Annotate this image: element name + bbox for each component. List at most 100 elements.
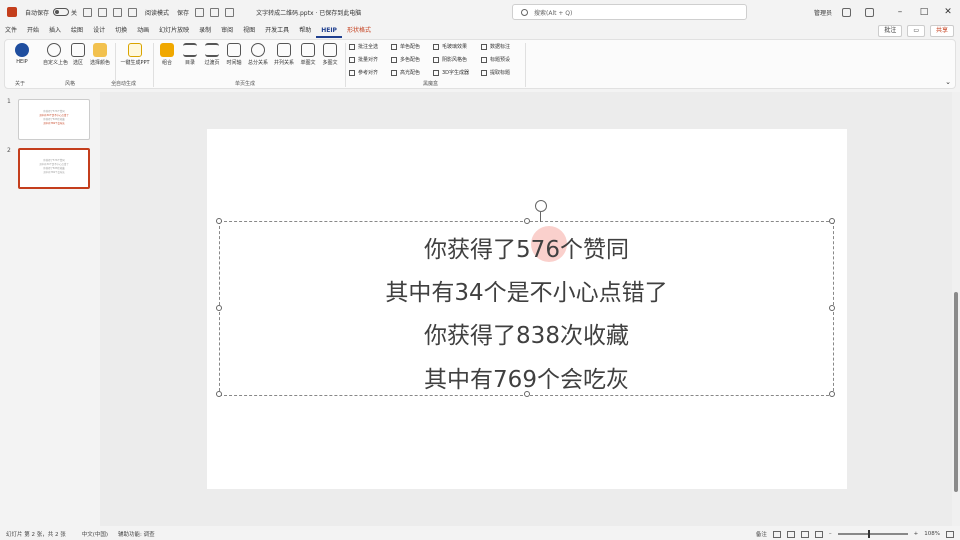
scrollbar-thumb[interactable] bbox=[954, 292, 958, 492]
layout-icon[interactable] bbox=[225, 7, 235, 17]
slide-text-line-3[interactable]: 你获得了838次收藏 bbox=[220, 316, 833, 350]
collapse-ribbon-icon[interactable]: ⌄ bbox=[945, 78, 951, 86]
vertical-scrollbar[interactable] bbox=[952, 92, 960, 526]
tab-heip[interactable]: HEIP bbox=[316, 24, 342, 38]
search-icon bbox=[521, 8, 528, 16]
rotate-handle-icon[interactable] bbox=[535, 200, 547, 212]
zoom-slider[interactable] bbox=[837, 530, 908, 538]
fit-slide-icon[interactable] bbox=[946, 530, 954, 538]
normal-view-icon[interactable] bbox=[772, 530, 781, 538]
zoom-out-button[interactable]: – bbox=[829, 531, 832, 537]
print-icon[interactable] bbox=[195, 7, 205, 17]
checkbox-shadow-style[interactable]: 阴影风格色 bbox=[433, 56, 467, 63]
close-button[interactable]: ✕ bbox=[936, 7, 960, 17]
slide[interactable]: 你获得了576个赞同 其中有34个是不小心点错了 你获得了838次收藏 其中有7… bbox=[207, 129, 847, 489]
checkbox-multi-color[interactable]: 多色配色 bbox=[391, 56, 420, 63]
tab-draw[interactable]: 绘图 bbox=[66, 24, 88, 38]
tab-home[interactable]: 开始 bbox=[22, 24, 44, 38]
minimize-button[interactable]: – bbox=[888, 7, 912, 17]
tab-review[interactable]: 审阅 bbox=[216, 24, 238, 38]
language[interactable]: 中文(中国) bbox=[82, 530, 108, 538]
timeline-button[interactable]: 时间轴 bbox=[223, 43, 245, 66]
generate-ppt-button[interactable]: 一键生成PPT bbox=[120, 43, 150, 66]
notes-button[interactable]: 备注 bbox=[756, 530, 767, 538]
gem-icon[interactable] bbox=[842, 7, 851, 17]
custom-color-button[interactable]: 自定义上色 bbox=[43, 43, 68, 66]
resize-handle[interactable] bbox=[829, 218, 835, 224]
tab-transitions[interactable]: 切换 bbox=[110, 24, 132, 38]
transition-icon bbox=[205, 43, 219, 57]
undo-icon[interactable] bbox=[98, 7, 108, 17]
text-box[interactable]: 你获得了576个赞同 其中有34个是不小心点错了 你获得了838次收藏 其中有7… bbox=[216, 200, 835, 397]
user-name[interactable]: 管理员 bbox=[814, 8, 832, 17]
tab-record[interactable]: 录制 bbox=[194, 24, 216, 38]
tab-developer[interactable]: 开发工具 bbox=[260, 24, 294, 38]
multi-image-text-button[interactable]: 多图文 bbox=[319, 43, 341, 66]
checkbox-frosted-glass[interactable]: 毛玻璃效果 bbox=[433, 43, 467, 50]
slide-text-line-4[interactable]: 其中有769个会吃灰 bbox=[220, 360, 833, 394]
checkbox-3d-text[interactable]: 3D字生成器 bbox=[433, 69, 469, 76]
toc-button[interactable]: 目录 bbox=[179, 43, 201, 66]
parallel-button[interactable]: 并列关系 bbox=[273, 43, 295, 66]
combine-button[interactable]: 组合 bbox=[156, 43, 178, 66]
share-button[interactable]: 共享 bbox=[929, 25, 954, 37]
resize-handle[interactable] bbox=[216, 218, 222, 224]
slide-thumbnail-2[interactable]: 你获得了576个赞同 其中有34个是不小心点错了 你获得了838次收藏 其中有7… bbox=[18, 148, 90, 189]
accessibility-status[interactable]: 辅助功能: 调查 bbox=[118, 530, 155, 538]
tab-view[interactable]: 视图 bbox=[238, 24, 260, 38]
autosave-toggle[interactable] bbox=[53, 8, 70, 16]
total-split-button[interactable]: 总分关系 bbox=[247, 43, 269, 66]
present-button[interactable]: ▭ bbox=[907, 25, 925, 37]
tab-design[interactable]: 设计 bbox=[88, 24, 110, 38]
separator bbox=[525, 43, 526, 87]
reading-view-icon[interactable] bbox=[800, 530, 809, 538]
tab-file[interactable]: 文件 bbox=[0, 24, 22, 38]
checkbox-reference-align[interactable]: 参考对齐 bbox=[349, 69, 378, 76]
checkbox-comment-select[interactable]: 批注全选 bbox=[349, 43, 378, 50]
zoom-level[interactable]: 108% bbox=[924, 531, 940, 537]
brush-icon bbox=[71, 43, 85, 57]
checkbox-highlight-color[interactable]: 高光配色 bbox=[391, 69, 420, 76]
slide-text-line-2[interactable]: 其中有34个是不小心点错了 bbox=[220, 273, 833, 307]
search-input[interactable]: 搜索(Alt + Q) bbox=[512, 4, 747, 20]
tab-slideshow[interactable]: 幻灯片放映 bbox=[154, 24, 194, 38]
single-image-text-button[interactable]: 单图文 bbox=[297, 43, 319, 66]
reading-mode-button[interactable]: 阅读模式 bbox=[145, 8, 169, 17]
rotate-stem bbox=[540, 212, 541, 222]
checkbox-batch-align[interactable]: 批量对齐 bbox=[349, 56, 378, 63]
layers-icon bbox=[160, 43, 174, 57]
separator bbox=[153, 43, 154, 87]
checkbox-single-color[interactable]: 单色配色 bbox=[391, 43, 420, 50]
ppt-icon bbox=[128, 43, 142, 57]
comments-button[interactable]: 批注 bbox=[878, 25, 903, 37]
tab-animations[interactable]: 动画 bbox=[132, 24, 154, 38]
pen-icon[interactable] bbox=[865, 7, 874, 17]
slide-thumbnail-1[interactable]: 你获得了576个赞同 其中有34个是不小心点错了 你获得了838次收藏 其中有7… bbox=[18, 99, 90, 140]
checkbox-title-preset[interactable]: 标题预设 bbox=[481, 56, 510, 63]
slide-thumbnail-pane: 1 你获得了576个赞同 其中有34个是不小心点错了 你获得了838次收藏 其中… bbox=[0, 92, 100, 526]
slideshow-icon[interactable] bbox=[814, 530, 823, 538]
format-painter-icon[interactable] bbox=[128, 7, 138, 17]
group-label-blackbox: 黑魔盒 bbox=[423, 81, 439, 87]
heip-button[interactable]: HEIP bbox=[11, 43, 33, 65]
save-icon[interactable] bbox=[83, 7, 93, 17]
document-title[interactable]: 文字转成二维码.pptx · 已保存到此电脑 bbox=[256, 8, 361, 17]
choose-color-button[interactable]: 选择颜色 bbox=[89, 43, 111, 66]
status-bar: 幻灯片 第 2 张，共 2 张 中文(中国) 辅助功能: 调查 备注 – + 1… bbox=[0, 528, 960, 540]
resize-handle[interactable] bbox=[524, 218, 530, 224]
slide-text-line-1[interactable]: 你获得了576个赞同 bbox=[220, 230, 833, 264]
checkbox-extract-title[interactable]: 提取标题 bbox=[481, 69, 510, 76]
tab-shape-format[interactable]: 形状格式 bbox=[342, 24, 376, 38]
select-button[interactable]: 选区 bbox=[67, 43, 89, 66]
group-label-auto: 全自动生成 bbox=[111, 81, 137, 87]
slide-sorter-icon[interactable] bbox=[786, 530, 795, 538]
checkbox-data-label[interactable]: 数据标注 bbox=[481, 43, 510, 50]
redo-icon[interactable] bbox=[113, 7, 123, 17]
transition-page-button[interactable]: 过渡页 bbox=[201, 43, 223, 66]
text-icon[interactable] bbox=[210, 7, 220, 17]
tab-help[interactable]: 帮助 bbox=[294, 24, 316, 38]
zoom-in-button[interactable]: + bbox=[914, 531, 919, 537]
maximize-button[interactable]: □ bbox=[912, 7, 936, 17]
save-button[interactable]: 保存 bbox=[177, 8, 189, 17]
tab-insert[interactable]: 插入 bbox=[44, 24, 66, 38]
